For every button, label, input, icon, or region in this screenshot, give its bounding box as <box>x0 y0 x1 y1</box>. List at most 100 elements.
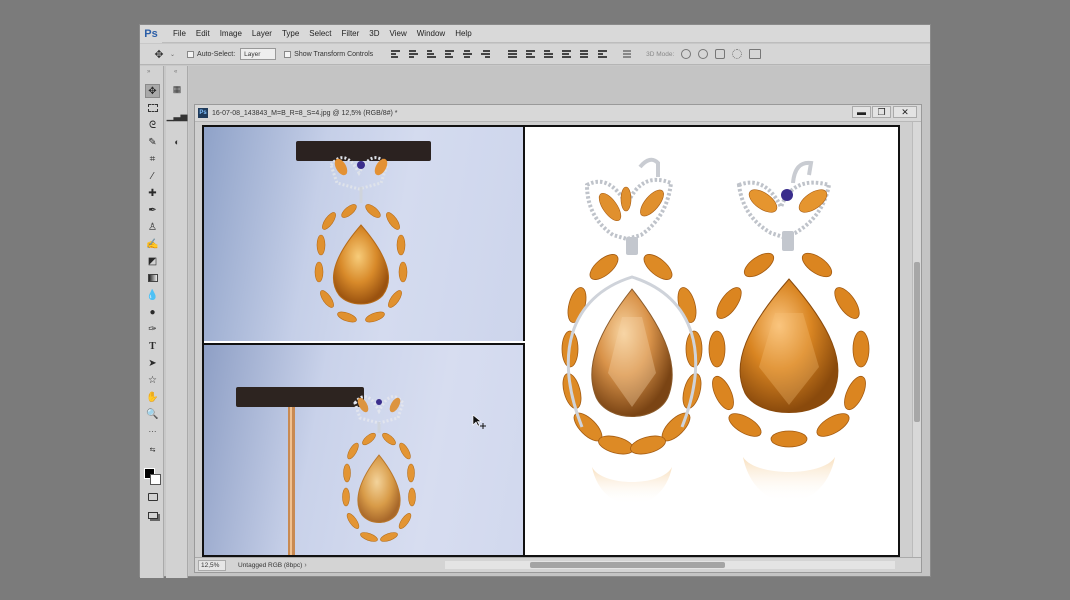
more-tools-icon[interactable]: ··· <box>145 424 160 438</box>
adjustments-panel-icon[interactable]: ◐ <box>171 136 183 148</box>
menu-filter[interactable]: Filter <box>337 25 365 43</box>
menu-bar: Ps File Edit Image Layer Type Select Fil… <box>140 24 930 43</box>
quick-select-tool-icon[interactable]: ✎ <box>145 135 160 149</box>
document-window: Ps 16-07-08_143843_M=B_R=8_S=4.jpg @ 12,… <box>194 104 922 573</box>
show-transform-checkbox[interactable] <box>284 50 292 58</box>
show-transform-label: Show Transform Controls <box>294 50 374 58</box>
blur-tool-icon[interactable]: 💧 <box>145 288 160 302</box>
crop-tool-icon[interactable]: ⌗ <box>145 152 160 166</box>
options-bar: ✥ ⌄ Auto-Select: Layer Show Transform Co… <box>140 44 930 65</box>
shape-tool-icon[interactable]: ☆ <box>145 373 160 387</box>
history-brush-icon[interactable]: ✍ <box>145 237 160 251</box>
mouse-cursor-icon <box>472 414 486 429</box>
zoom-level-field[interactable]: 12,5% <box>198 559 226 571</box>
vertical-scroll-thumb[interactable] <box>914 262 920 422</box>
close-button[interactable]: ✕ <box>893 106 917 118</box>
zoom-level: 12,5% <box>201 561 220 569</box>
expand-panels-icon[interactable]: « <box>174 69 177 75</box>
histogram-panel-icon[interactable]: ▁▃▅ <box>167 110 188 122</box>
menu-select[interactable]: Select <box>304 25 336 43</box>
app-logo: Ps <box>140 24 162 43</box>
earrings-retouched <box>561 157 870 505</box>
align-hcenter-icon[interactable] <box>463 50 473 59</box>
photo-retouched-pair <box>527 127 898 555</box>
clone-stamp-icon[interactable]: ♙ <box>145 220 160 234</box>
horizontal-scroll-thumb[interactable] <box>530 562 725 568</box>
canvas-area[interactable] <box>195 122 913 558</box>
menu-3d[interactable]: 3D <box>364 25 384 43</box>
screen-mode-icon[interactable] <box>145 508 160 522</box>
3d-camera-icon[interactable] <box>749 49 762 59</box>
photo-raw-top <box>204 127 525 341</box>
swap-colors-icon[interactable]: ⇆ <box>145 443 160 457</box>
align-right-icon[interactable] <box>481 50 491 59</box>
eyedropper-tool-icon[interactable]: ⁄ <box>145 169 160 183</box>
path-select-icon[interactable]: ➤ <box>145 356 160 370</box>
distribute-left-icon[interactable] <box>562 50 572 59</box>
workspace: Ps 16-07-08_143843_M=B_R=8_S=4.jpg @ 12,… <box>189 66 930 576</box>
align-bottom-icon[interactable] <box>427 50 437 59</box>
auto-select-label: Auto-Select: <box>197 50 236 58</box>
menu-view[interactable]: View <box>385 25 412 43</box>
menu-type[interactable]: Type <box>277 25 304 43</box>
document-info: Untagged RGB (8bpc) › <box>238 560 338 571</box>
gradient-tool-icon[interactable] <box>145 271 160 285</box>
photo-raw-bottom <box>204 343 525 555</box>
document-ps-icon: Ps <box>198 108 208 118</box>
menu-file[interactable]: File <box>168 25 191 43</box>
vertical-scrollbar[interactable] <box>912 122 921 558</box>
color-profile: Untagged RGB (8bpc) <box>238 561 303 569</box>
auto-select-checkbox[interactable] <box>187 50 195 58</box>
horizontal-scrollbar[interactable] <box>445 561 895 569</box>
distribute-top-icon[interactable] <box>508 50 518 59</box>
collapsed-panels-strip: « ▦ ▁▃▅ ◐ <box>166 66 188 578</box>
info-menu-arrow-icon[interactable]: › <box>304 562 306 569</box>
align-top-icon[interactable] <box>391 50 401 59</box>
background-color-swatch[interactable] <box>150 474 161 485</box>
menu-edit[interactable]: Edit <box>191 25 215 43</box>
menu-help[interactable]: Help <box>450 25 476 43</box>
quick-mask-icon[interactable] <box>145 490 160 504</box>
menu-image[interactable]: Image <box>215 25 247 43</box>
lasso-tool-icon[interactable]: ᘓ <box>145 118 160 132</box>
auto-align-icon[interactable] <box>623 50 632 59</box>
distribute-hcenter-icon[interactable] <box>580 50 589 59</box>
pen-tool-icon[interactable]: ✑ <box>145 322 160 336</box>
hand-tool-icon[interactable]: ✋ <box>145 390 160 404</box>
distribute-right-icon[interactable] <box>598 50 608 59</box>
auto-select-dropdown[interactable]: Layer <box>240 48 277 60</box>
move-tool-preset-icon[interactable]: ✥ <box>148 46 170 62</box>
marquee-tool-icon[interactable] <box>145 101 160 115</box>
align-left-icon[interactable] <box>445 50 455 59</box>
restore-button[interactable]: ❐ <box>872 106 891 118</box>
distribute-bottom-icon[interactable] <box>544 50 554 59</box>
minimize-button[interactable]: ▬ <box>852 106 871 118</box>
type-tool-icon[interactable]: T <box>145 339 160 353</box>
menu-window[interactable]: Window <box>412 25 450 43</box>
document-title: 16-07-08_143843_M=B_R=8_S=4.jpg @ 12,5% … <box>212 109 398 117</box>
earring-photo-raw-top <box>296 141 431 323</box>
zoom-tool-icon[interactable]: 🔍 <box>145 407 160 421</box>
align-vcenter-icon[interactable] <box>409 50 419 59</box>
3d-pan-icon[interactable] <box>715 49 726 59</box>
status-bar: 12,5% Untagged RGB (8bpc) › <box>195 557 921 572</box>
brush-tool-icon[interactable]: ✒ <box>145 203 160 217</box>
image-canvas[interactable] <box>202 125 900 557</box>
document-title-bar[interactable]: Ps 16-07-08_143843_M=B_R=8_S=4.jpg @ 12,… <box>195 105 921 122</box>
properties-panel-icon[interactable]: ▦ <box>171 83 183 95</box>
tools-panel: » ✥ ᘓ ✎ ⌗ ⁄ ✚ ✒ ♙ ✍ ◩ 💧 ● ✑ T ➤ ☆ ✋ 🔍 ··… <box>140 66 164 578</box>
3d-rotate-icon[interactable] <box>681 49 692 59</box>
3d-slide-icon[interactable] <box>732 49 743 59</box>
menu-layer[interactable]: Layer <box>247 25 277 43</box>
collapse-toolbar-icon[interactable]: » <box>147 69 150 75</box>
dodge-tool-icon[interactable]: ● <box>145 305 160 319</box>
preset-dropdown-icon[interactable]: ⌄ <box>170 51 175 58</box>
auto-select-value: Layer <box>244 50 261 58</box>
photoshop-window: Ps File Edit Image Layer Type Select Fil… <box>139 24 931 578</box>
eraser-tool-icon[interactable]: ◩ <box>145 254 160 268</box>
color-swatches[interactable] <box>144 468 162 486</box>
move-tool-icon[interactable]: ✥ <box>145 84 160 98</box>
healing-brush-icon[interactable]: ✚ <box>145 186 160 200</box>
3d-roll-icon[interactable] <box>698 49 709 59</box>
distribute-vcenter-icon[interactable] <box>526 50 536 59</box>
